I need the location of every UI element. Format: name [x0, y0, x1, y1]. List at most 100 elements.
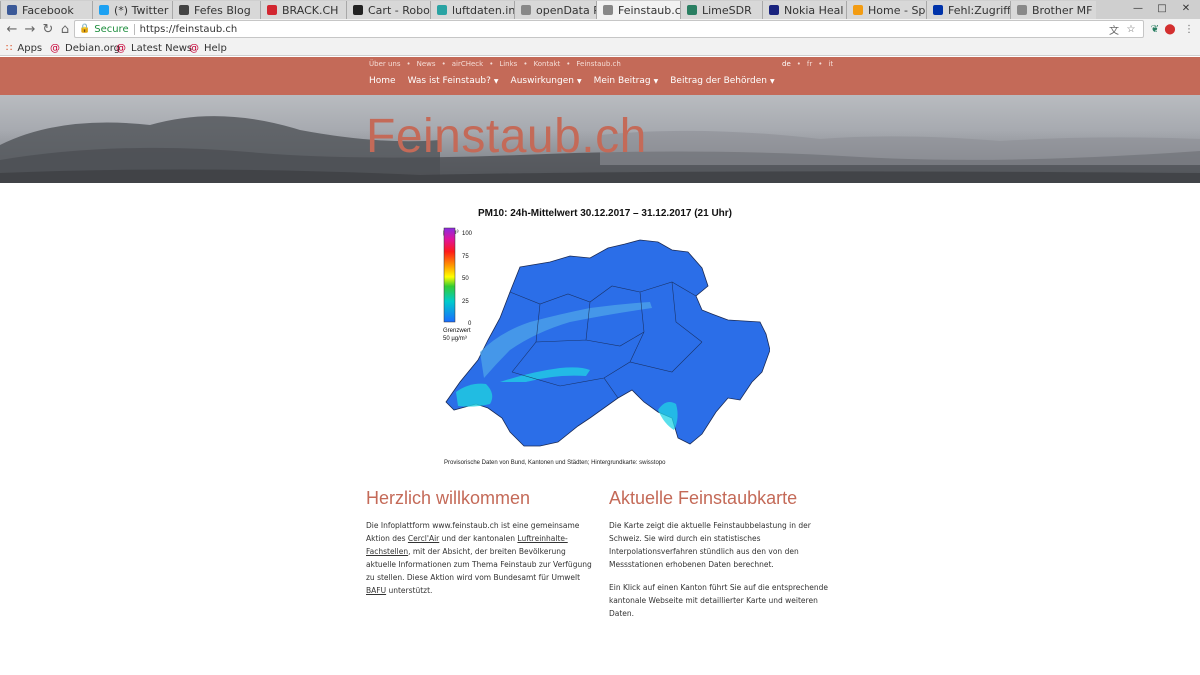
facebook-icon [7, 5, 17, 15]
menu-home[interactable]: Home [369, 76, 396, 86]
error-icon [933, 5, 943, 15]
lock-icon: 🔒 [79, 24, 91, 34]
main-menu: Home Was ist Feinstaub? ▼ Auswirkungen ▼ M… [369, 76, 787, 86]
translate-icon[interactable]: 文 [1107, 22, 1121, 37]
menu-label: Home [369, 76, 396, 86]
back-arrow-icon[interactable]: ← [4, 21, 20, 37]
bookmark-apps[interactable]: ∷ Apps [6, 41, 42, 55]
browser-tab[interactable]: Home - Sp [846, 1, 926, 19]
tab-label: luftdaten.in [452, 3, 514, 17]
separator-dot: • [796, 60, 801, 68]
bookmark-label: Latest News [131, 42, 193, 54]
page-icon [521, 5, 531, 15]
text-span: unterstützt. [386, 586, 433, 595]
maximize-icon[interactable]: □ [1152, 1, 1172, 15]
bookmark-label: Apps [17, 42, 43, 54]
extension-icon[interactable]: ❦ [1148, 22, 1162, 36]
top-link-news[interactable]: News [417, 60, 436, 68]
top-link-aircheck[interactable]: airCHeck [452, 60, 483, 68]
browser-tab[interactable]: Nokia Heal [762, 1, 846, 19]
bookmarks-bar: ∷ Apps @ Debian.org @ Latest News @ Help [0, 40, 1200, 56]
browser-tab[interactable]: luftdaten.in [430, 1, 514, 19]
menu-beitrag-behoerden[interactable]: Beitrag der Behörden ▼ [670, 76, 774, 86]
menu-mein-beitrag[interactable]: Mein Beitrag ▼ [594, 76, 659, 86]
page-icon [1017, 5, 1027, 15]
top-link-feinstaub[interactable]: Feinstaub.ch [576, 60, 620, 68]
browser-tab[interactable]: (*) Twitter [92, 1, 172, 19]
map-title: PM10: 24h-Mittelwert 30.12.2017 – 31.12.… [477, 208, 733, 219]
top-link-ueber-uns[interactable]: Über uns [369, 60, 401, 68]
menu-kebab-icon[interactable]: ⋮ [1182, 22, 1196, 36]
menu-label: Auswirkungen [510, 76, 574, 86]
browser-tab[interactable]: Facebook [0, 1, 92, 19]
menu-was-ist-feinstaub[interactable]: Was ist Feinstaub? ▼ [408, 76, 499, 86]
limesdr-icon [687, 5, 697, 15]
home-icon [853, 5, 863, 15]
welcome-heading: Herzlich willkommen [366, 488, 531, 508]
bookmark-star-icon[interactable]: ☆ [1124, 22, 1138, 36]
top-link-kontakt[interactable]: Kontakt [533, 60, 560, 68]
browser-tab-strip: Facebook (*) Twitter Fefes Blog BRACK.CH Car… [0, 0, 1200, 19]
browser-tab[interactable]: Brother MF [1010, 1, 1096, 19]
close-window-icon[interactable]: ✕ [1176, 1, 1196, 15]
forward-arrow-icon[interactable]: → [22, 21, 38, 37]
bookmark-latest-news[interactable]: @ Latest News [116, 41, 192, 55]
top-link-links[interactable]: Links [499, 60, 517, 68]
top-links: Über uns • News • airCHeck • Links • Kontakt… [369, 60, 621, 68]
current-map-paragraph-2: Ein Klick auf einen Kanton führt Sie auf… [609, 583, 829, 618]
cart-icon [353, 5, 363, 15]
debian-swirl-icon: @ [116, 42, 126, 54]
brack-icon [267, 5, 277, 15]
secure-label: Secure [94, 23, 129, 35]
bookmark-help[interactable]: @ Help [189, 41, 227, 55]
browser-tab[interactable]: Fefes Blog [172, 1, 260, 19]
site-logo-title[interactable]: Feinstaub.ch [366, 109, 647, 164]
browser-tab[interactable]: Fehl:Zugriff [926, 1, 1010, 19]
tab-label: Feinstaub.c [618, 3, 680, 17]
browser-tab[interactable]: LimeSDR [680, 1, 762, 19]
scale-label-0: 0 [468, 321, 472, 327]
welcome-paragraph: Die Infoplattform www.feinstaub.ch ist e… [366, 519, 596, 597]
map-caption: Provisorische Daten von Bund, Kantonen u… [444, 460, 666, 466]
browser-tab[interactable]: Cart - Robo [346, 1, 430, 19]
lang-fr[interactable]: fr [807, 60, 812, 68]
browser-tab[interactable]: BRACK.CH [260, 1, 346, 19]
current-map-section: Aktuelle Feinstaubkarte Die Karte zeigt … [609, 488, 839, 630]
limit-value: 50 µg/m³ [443, 336, 467, 342]
lang-it[interactable]: it [828, 60, 833, 68]
tab-label: Cart - Robo [368, 3, 430, 17]
tab-label: LimeSDR [702, 3, 752, 17]
bafu-link[interactable]: BAFU [366, 586, 386, 595]
reload-icon[interactable]: ↻ [40, 21, 56, 37]
debian-swirl-icon: @ [189, 42, 199, 54]
hero-banner: Feinstaub.ch [0, 95, 1200, 183]
apps-grid-icon: ∷ [6, 42, 13, 54]
cerclair-link[interactable]: Cercl'Air [408, 534, 439, 543]
home-icon[interactable]: ⌂ [57, 21, 73, 37]
lang-de[interactable]: de [782, 60, 791, 68]
url-text: https://feinstaub.ch [139, 23, 238, 35]
adblock-icon[interactable]: ⬤ [1163, 22, 1177, 36]
menu-auswirkungen[interactable]: Auswirkungen ▼ [511, 76, 582, 86]
browser-tab[interactable]: openData P [514, 1, 596, 19]
browser-toolbar: ← → ↻ ⌂ 🔒 Secure https://feinstaub.ch 文 … [0, 19, 1200, 40]
tab-label: (*) Twitter [114, 3, 169, 17]
address-separator [133, 23, 135, 35]
browser-tab[interactable]: Feinstaub.c [596, 1, 680, 19]
scale-label-75: 75 [462, 254, 469, 260]
address-bar[interactable]: 🔒 Secure https://feinstaub.ch [74, 20, 1144, 38]
separator-dot: • [523, 60, 528, 68]
debian-swirl-icon: @ [50, 42, 60, 54]
bookmark-debian[interactable]: @ Debian.org [50, 41, 120, 55]
tab-label: Brother MF [1032, 3, 1093, 17]
text-span: und der kantonalen [439, 534, 518, 543]
menu-label: Was ist Feinstaub? [407, 76, 491, 86]
tab-label: Home - Sp [868, 3, 926, 17]
bookmark-label: Help [204, 42, 227, 54]
separator-dot: • [406, 60, 411, 68]
nokia-icon [769, 5, 779, 15]
minimize-icon[interactable]: — [1128, 1, 1148, 15]
bookmark-label: Debian.org [65, 42, 121, 54]
tab-label: Fehl:Zugriff [948, 3, 1010, 17]
limit-label: Grenzwert [443, 328, 471, 334]
